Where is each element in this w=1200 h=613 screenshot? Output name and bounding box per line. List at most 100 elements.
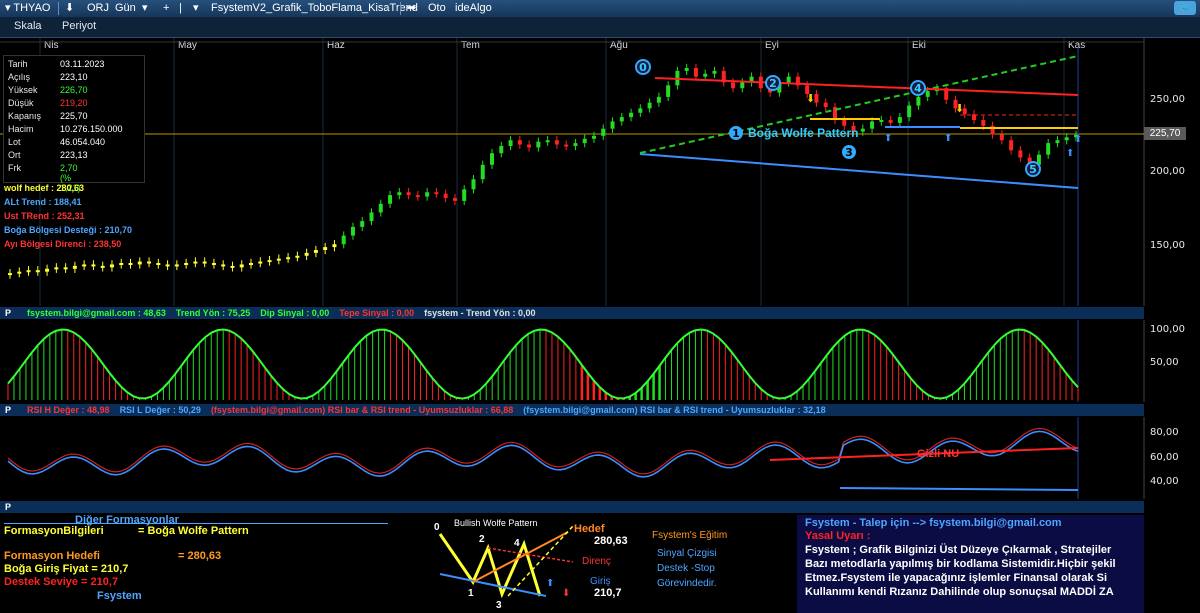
candle-body (666, 85, 671, 97)
candle-body (842, 120, 847, 126)
egitim-line: Görevindedir. (657, 578, 717, 589)
candle-body (619, 117, 624, 122)
alt-trend-label: ALt Trend : 188,41 (4, 197, 82, 207)
osc-axis-label: 100,00 (1150, 324, 1185, 335)
price-chart[interactable]: 0 1 2 3 4 5 Boğa Wolfe Pattern ⬇ ⬇ ⬆ ⬆ ⬆… (0, 38, 1200, 306)
orj-button[interactable]: ORJ (84, 1, 112, 15)
candle-body (712, 70, 717, 74)
wolfe-base-line (439, 573, 547, 597)
candle-body (388, 195, 393, 204)
panel2-item: (fsystem.bilgi@gmail.com) RSI bar & RSI … (210, 405, 514, 415)
candle-body (1009, 140, 1014, 151)
oto-button[interactable]: Oto (425, 1, 449, 15)
panel2-item: (fsystem.bilgi@gmail.com) RSI bar & RSI … (523, 405, 826, 415)
wolfe-diagram: Bullish Wolfe Pattern 0 1 2 3 4 Hedef 28… (434, 518, 628, 611)
twitter-icon[interactable]: 🐦 (1174, 1, 1196, 15)
yasal-line: Fsystem - Talep için --> fsystem.bilgi@g… (805, 517, 1062, 529)
candle-body (925, 91, 930, 97)
rsi-panel[interactable]: Gizli NU (0, 417, 1200, 499)
yasal-line: Bazı metodlarla yapılmış bir kodlama Sis… (805, 558, 1116, 570)
candle-body (434, 192, 439, 195)
panel-p[interactable]: P (5, 405, 11, 415)
candle-body (879, 120, 884, 122)
formula-selector[interactable]: FsystemV2_Grafik_ToboFlama_KisaTrend (208, 1, 421, 15)
panel-p[interactable]: P (5, 502, 11, 512)
egitim-line: Fsystem's Eğitim (652, 530, 728, 541)
boga-destek-label: Boğa Bölgesi Desteği : 210,70 (4, 225, 133, 235)
candle-body (740, 82, 745, 89)
panel1-item: Tepe Sinyal : 0,00 (339, 308, 415, 318)
diagram-num: 0 (434, 522, 440, 533)
candle-body (916, 96, 921, 106)
candle-body (202, 261, 207, 264)
idealgo-button[interactable]: ideAlgo (452, 1, 495, 15)
candle-body (165, 264, 170, 267)
candle-body (1018, 150, 1023, 158)
legal-warning-box: Fsystem - Talep için --> fsystem.bilgi@g… (797, 515, 1144, 613)
pattern-point-label: 3 (845, 146, 853, 159)
candle-body (897, 117, 902, 123)
ust-trend-line (654, 77, 1079, 96)
pattern-point-label: 0 (639, 61, 647, 74)
candle-body (369, 212, 374, 222)
diagram-hedef-val: 280,63 (594, 535, 628, 547)
up-arrow-icon: ⬆ (944, 133, 952, 144)
panel1-header: Pfsystem.bilgi@gmail.com : 48,63 Trend Yö… (0, 307, 1144, 319)
diagram-title: Bullish Wolfe Pattern (454, 518, 537, 528)
candle-body (313, 250, 318, 253)
ayi-direnc-label: Ayı Bölgesi Direnci : 238,50 (4, 239, 122, 249)
current-price-tag: 225,70 (1144, 127, 1186, 140)
symbol-selector[interactable]: ▾ THYAO (2, 1, 53, 15)
candle-body (26, 270, 31, 273)
hedef-val: = 280,63 (178, 550, 222, 562)
candle-body (332, 244, 337, 248)
top-toolbar: ▾ THYAO ⬇ ORJ Gün ▾ + | ▾ FsystemV2_Graf… (0, 0, 1200, 18)
candle-body (378, 203, 383, 213)
candle-body (249, 263, 254, 265)
candle-body (1064, 137, 1069, 141)
candle-body (276, 258, 281, 261)
candle-body (406, 192, 411, 196)
trend-oscillator-panel[interactable] (0, 320, 1200, 402)
candle-body (860, 128, 865, 132)
candle-body (981, 120, 986, 126)
period-dropdown-icon[interactable]: ▾ (139, 1, 151, 15)
yasal-line: Yasal Uyarı : (805, 530, 871, 542)
dropdown-icon: ▾ (5, 2, 11, 14)
candle-body (267, 260, 272, 263)
candle-body (656, 96, 661, 103)
candle-body (258, 261, 263, 264)
candle-body (286, 257, 291, 260)
panel2-header: P RSI H Değer : 48,98 RSI L Değer : 50,29 (… (0, 404, 1144, 416)
rsi-axis-label: 60,00 (1150, 452, 1179, 463)
panel1-item: Dip Sinyal : 0,00 (260, 308, 330, 318)
bar-icon[interactable]: | (176, 1, 185, 15)
panel-p[interactable]: P (5, 308, 11, 318)
panel2-item: RSI L Değer : 50,29 (119, 405, 201, 415)
diagram-num: 3 (496, 600, 502, 611)
wolfe-lower-line (639, 153, 1079, 189)
candle-body (8, 273, 12, 276)
skala-menu[interactable]: Skala (14, 20, 42, 32)
price-axis-label: 200,00 (1150, 166, 1185, 177)
diagram-num: 4 (514, 538, 520, 549)
formula-dropdown-icon[interactable]: ▾ (190, 1, 202, 15)
period-selector[interactable]: Gün (112, 1, 139, 15)
add-button[interactable]: + (160, 1, 172, 15)
divider (4, 523, 388, 524)
periyot-menu[interactable]: Periyot (62, 20, 96, 32)
giris-fiyat: Boğa Giriş Fiyat = 210,7 (4, 563, 129, 575)
candle-body (786, 76, 791, 83)
download-icon[interactable]: ⬇ (62, 1, 77, 15)
price-axis-label: 150,00 (1150, 240, 1185, 251)
candle-body (193, 261, 198, 264)
candle-body (239, 264, 244, 268)
candle-body (230, 265, 235, 268)
divergence-line (839, 487, 1079, 491)
diagram-giris: Giriş (590, 576, 611, 587)
candle-body (508, 140, 513, 146)
pattern-point-label: 2 (769, 77, 777, 90)
hedef-key: Formasyon Hedefi (4, 550, 100, 562)
candle-body (109, 264, 114, 268)
apply-arrow-icon[interactable]: ➡ (404, 1, 419, 15)
